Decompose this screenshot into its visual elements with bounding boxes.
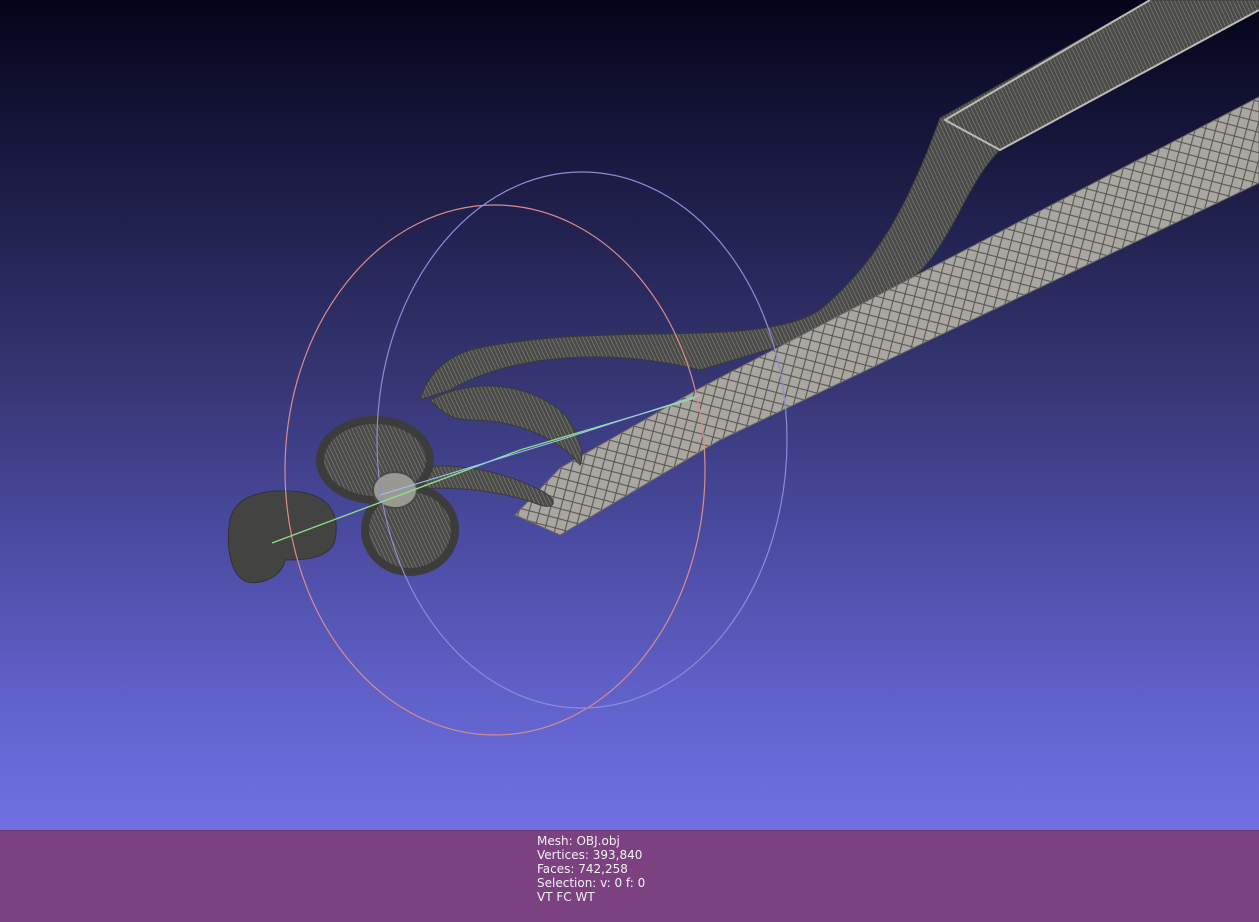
trackball-ring-z: [376, 171, 788, 709]
vertex-count-text: Vertices: 393,840: [537, 848, 643, 862]
scene-canvas: [227, 0, 1259, 736]
selection-text: Selection: v: 0 f: 0: [537, 876, 646, 890]
render-flags-text: VT FC WT: [537, 890, 595, 904]
mesh-info: Mesh: OBJ.obj Vertices: 393,840 Faces: 7…: [537, 834, 645, 904]
blade-front-surface: [514, 96, 1259, 536]
guard-swirl-upper: [429, 385, 583, 466]
pommel: [227, 490, 337, 584]
info-panel: Mesh: OBJ.obj Vertices: 393,840 Faces: 7…: [0, 830, 1259, 922]
3d-viewport[interactable]: [0, 0, 1259, 830]
face-count-text: Faces: 742,258: [537, 862, 628, 876]
mesh-name-text: Mesh: OBJ.obj: [537, 834, 620, 848]
